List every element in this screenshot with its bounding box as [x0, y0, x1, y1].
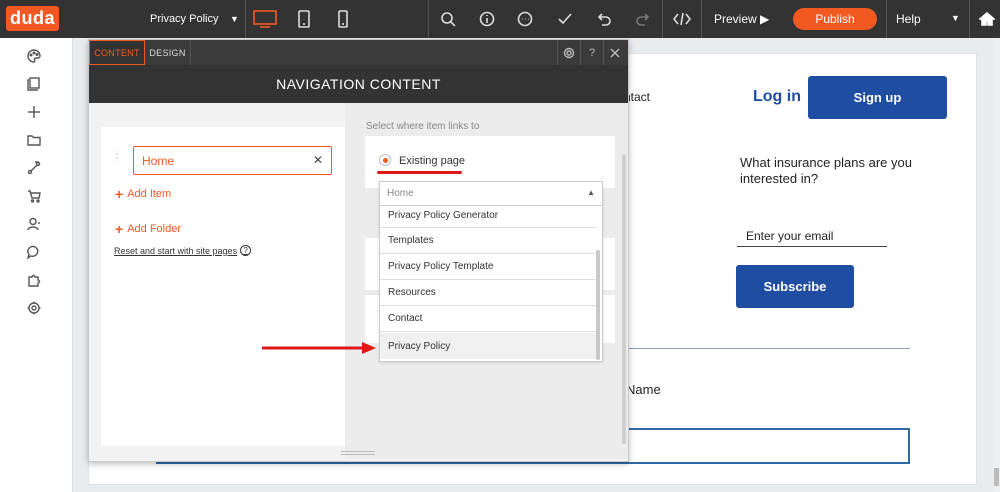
preview-button[interactable]: Preview ▶	[714, 0, 769, 38]
cart-icon[interactable]	[27, 189, 41, 203]
toolbar-divider	[969, 0, 970, 38]
dropdown-option-selected[interactable]: Privacy Policy	[380, 333, 596, 359]
add-item-label: Add Item	[127, 188, 172, 200]
desktop-icon[interactable]	[251, 0, 279, 38]
palette-icon[interactable]	[27, 49, 41, 63]
page-dropdown-value: Home	[387, 188, 414, 199]
canvas-scrollbar[interactable]	[993, 38, 1000, 492]
comment-icon[interactable]	[514, 0, 536, 38]
drag-handle-icon[interactable]: ⋮ ⋮	[112, 150, 122, 164]
user-icon[interactable]	[27, 217, 41, 231]
chat-icon[interactable]	[26, 245, 41, 260]
annotation-underline	[377, 171, 462, 174]
redo-icon[interactable]	[632, 0, 654, 38]
page-dropdown[interactable]: Home ▲ Privacy Policy Generator Template…	[379, 181, 603, 362]
tab-design[interactable]: DESIGN	[145, 40, 191, 65]
page-selector[interactable]: Privacy Policy ▼	[150, 0, 239, 38]
canvas-scrollbar-thumb[interactable]	[994, 468, 999, 486]
toolbar-divider	[886, 0, 887, 38]
panel-tab-bar: CONTENT DESIGN ?	[89, 40, 628, 65]
nav-item[interactable]: Home ✕	[133, 146, 332, 175]
add-folder-label: Add Folder	[127, 223, 181, 235]
add-item-button[interactable]: + Add Item	[115, 186, 171, 202]
page-selector-label: Privacy Policy	[150, 13, 219, 25]
gear-icon[interactable]	[557, 40, 580, 65]
info-icon[interactable]	[476, 0, 498, 38]
puzzle-icon[interactable]	[27, 273, 41, 287]
site-subscribe-button[interactable]: Subscribe	[736, 265, 854, 308]
add-folder-button[interactable]: + Add Folder	[115, 221, 181, 237]
publish-button[interactable]: Publish	[793, 8, 877, 30]
dropdown-option[interactable]: Resources	[380, 280, 596, 306]
dropdown-option[interactable]: Templates	[380, 228, 596, 254]
plus-icon: +	[115, 221, 124, 237]
chevron-down-icon[interactable]: ▼	[951, 13, 960, 23]
chevron-down-icon: ▼	[230, 14, 239, 24]
reset-label: Reset and start with site pages	[114, 245, 238, 256]
site-name-label: Name	[626, 382, 661, 397]
check-icon[interactable]	[554, 0, 576, 38]
folder-icon[interactable]	[27, 133, 41, 147]
left-icon-rail	[0, 38, 73, 492]
tab-content[interactable]: CONTENT	[89, 40, 145, 65]
tablet-icon[interactable]	[294, 0, 314, 38]
toolbar-divider	[245, 0, 246, 38]
top-toolbar: duda Privacy Policy ▼ Preview ▶ Publish …	[0, 0, 1000, 38]
dropdown-scrollbar[interactable]	[596, 250, 600, 360]
panel-title: NAVIGATION CONTENT	[89, 65, 628, 103]
annotation-arrow-icon	[262, 342, 376, 354]
site-divider	[627, 348, 910, 349]
duda-logo[interactable]: duda	[6, 6, 59, 31]
toolbar-divider	[662, 0, 663, 38]
close-icon[interactable]: ✕	[313, 153, 323, 167]
undo-icon[interactable]	[593, 0, 615, 38]
nav-item-label: Home	[142, 154, 175, 168]
mobile-icon[interactable]	[334, 0, 352, 38]
help-button[interactable]: Help	[896, 0, 921, 38]
help-icon[interactable]: ?	[580, 40, 603, 65]
dropdown-option[interactable]: Contact	[380, 306, 596, 332]
plus-icon: +	[115, 186, 124, 202]
search-icon[interactable]	[437, 0, 459, 38]
chevron-up-icon[interactable]: ▲	[587, 188, 595, 197]
site-signup-button[interactable]: Sign up	[808, 76, 947, 119]
site-login-link[interactable]: Log in	[753, 88, 801, 106]
pages-icon[interactable]	[27, 77, 41, 91]
panel-scrollbar[interactable]	[622, 154, 626, 444]
page-dropdown-input[interactable]: Home ▲	[380, 182, 602, 206]
toolbar-divider	[428, 0, 429, 38]
site-email-input[interactable]: Enter your email	[737, 226, 887, 247]
navigation-panel: CONTENT DESIGN ? NAVIGATION CONTENT ⋮ ⋮ H…	[88, 39, 629, 462]
site-question-text: What insurance plans are you interested …	[740, 155, 912, 186]
dropdown-option[interactable]: Privacy Policy Template	[380, 254, 596, 280]
add-icon[interactable]	[27, 105, 41, 119]
question-icon[interactable]: ?	[240, 245, 252, 256]
toolbar-divider	[701, 0, 702, 38]
resize-handle-icon[interactable]	[341, 451, 375, 455]
dropdown-option[interactable]: Privacy Policy Generator	[380, 206, 596, 228]
reset-link[interactable]: Reset and start with site pages ?	[114, 245, 252, 256]
code-icon[interactable]	[671, 0, 693, 38]
connect-icon[interactable]	[27, 161, 41, 175]
existing-page-label: Existing page	[399, 155, 466, 167]
link-target-label: Select where item links to	[366, 121, 480, 132]
close-icon[interactable]	[603, 40, 626, 65]
settings-icon[interactable]	[27, 301, 41, 315]
home-icon[interactable]	[976, 0, 998, 38]
existing-page-radio[interactable]	[379, 154, 391, 166]
